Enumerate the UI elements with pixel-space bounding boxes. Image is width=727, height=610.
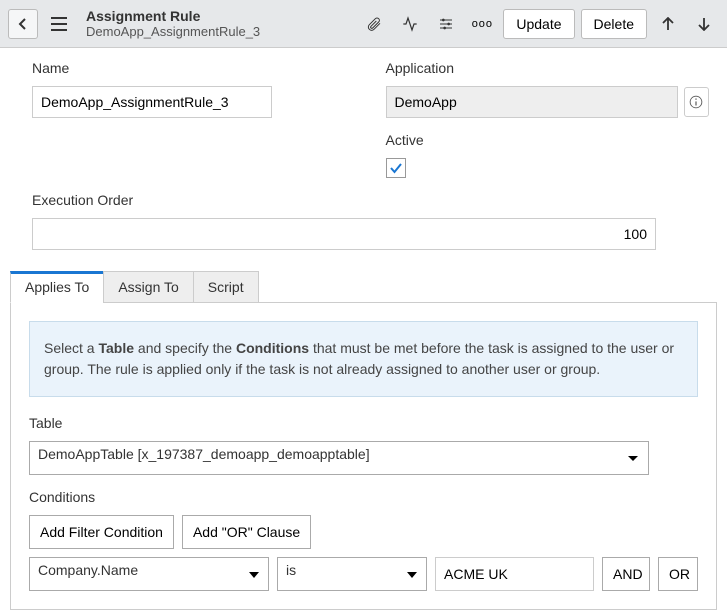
tab-script[interactable]: Script (193, 271, 259, 303)
condition-value-input[interactable] (435, 557, 594, 591)
name-input[interactable] (32, 86, 272, 118)
arrow-down-icon (697, 17, 711, 31)
tab-assign-to[interactable]: Assign To (103, 271, 193, 303)
title-block: Assignment Rule DemoApp_AssignmentRule_3 (86, 8, 353, 39)
condition-row: Company.Name is AND OR (29, 557, 698, 591)
page-subtitle: DemoApp_AssignmentRule_3 (86, 24, 353, 39)
info-bold-table: Table (98, 340, 134, 356)
attachment-button[interactable] (359, 9, 389, 39)
condition-field-value: Company.Name (38, 562, 138, 578)
sliders-icon (438, 16, 454, 32)
condition-or-button[interactable]: OR (658, 557, 698, 591)
conditions-label: Conditions (29, 489, 698, 505)
hamburger-icon (51, 17, 67, 31)
condition-and-button[interactable]: AND (602, 557, 650, 591)
name-label: Name (32, 60, 356, 76)
form-area: Name Application Active Execution Order (0, 48, 727, 250)
execution-order-label: Execution Order (32, 192, 709, 208)
more-button[interactable]: ooo (467, 9, 497, 39)
table-label: Table (29, 415, 698, 431)
activity-icon (402, 16, 418, 32)
table-select-value: DemoAppTable [x_197387_demoapp_demoappta… (38, 446, 370, 462)
add-filter-condition-button[interactable]: Add Filter Condition (29, 515, 174, 549)
menu-button[interactable] (44, 9, 74, 39)
prev-record-button[interactable] (653, 9, 683, 39)
tab-applies-to[interactable]: Applies To (10, 271, 104, 303)
active-label: Active (386, 132, 710, 148)
add-or-clause-button[interactable]: Add "OR" Clause (182, 515, 311, 549)
application-input (386, 86, 678, 118)
tab-container: Applies To Assign To Script Select a Tab… (10, 270, 717, 610)
tab-panel-applies-to: Select a Table and specify the Condition… (10, 302, 717, 610)
condition-operator-value: is (286, 562, 296, 578)
delete-button[interactable]: Delete (581, 9, 647, 39)
next-record-button[interactable] (689, 9, 719, 39)
chevron-left-icon (17, 18, 29, 30)
info-text: Select a (44, 340, 98, 356)
table-select[interactable]: DemoAppTable [x_197387_demoapp_demoappta… (29, 441, 649, 475)
page-title: Assignment Rule (86, 8, 353, 24)
arrow-up-icon (661, 17, 675, 31)
back-button[interactable] (8, 9, 38, 39)
header-toolbar: Assignment Rule DemoApp_AssignmentRule_3… (0, 0, 727, 48)
info-box: Select a Table and specify the Condition… (29, 321, 698, 397)
paperclip-icon (366, 16, 382, 32)
settings-button[interactable] (431, 9, 461, 39)
application-label: Application (386, 60, 710, 76)
tab-bar: Applies To Assign To Script (10, 270, 717, 302)
execution-order-input[interactable] (32, 218, 656, 250)
active-checkbox[interactable] (386, 158, 406, 178)
condition-operator-select[interactable]: is (277, 557, 427, 591)
application-info-button[interactable] (684, 87, 709, 117)
condition-field-select[interactable]: Company.Name (29, 557, 269, 591)
check-icon (389, 161, 403, 175)
info-icon (689, 95, 703, 109)
activity-button[interactable] (395, 9, 425, 39)
info-text: and specify the (134, 340, 236, 356)
update-button[interactable]: Update (503, 9, 574, 39)
info-bold-conditions: Conditions (236, 340, 309, 356)
